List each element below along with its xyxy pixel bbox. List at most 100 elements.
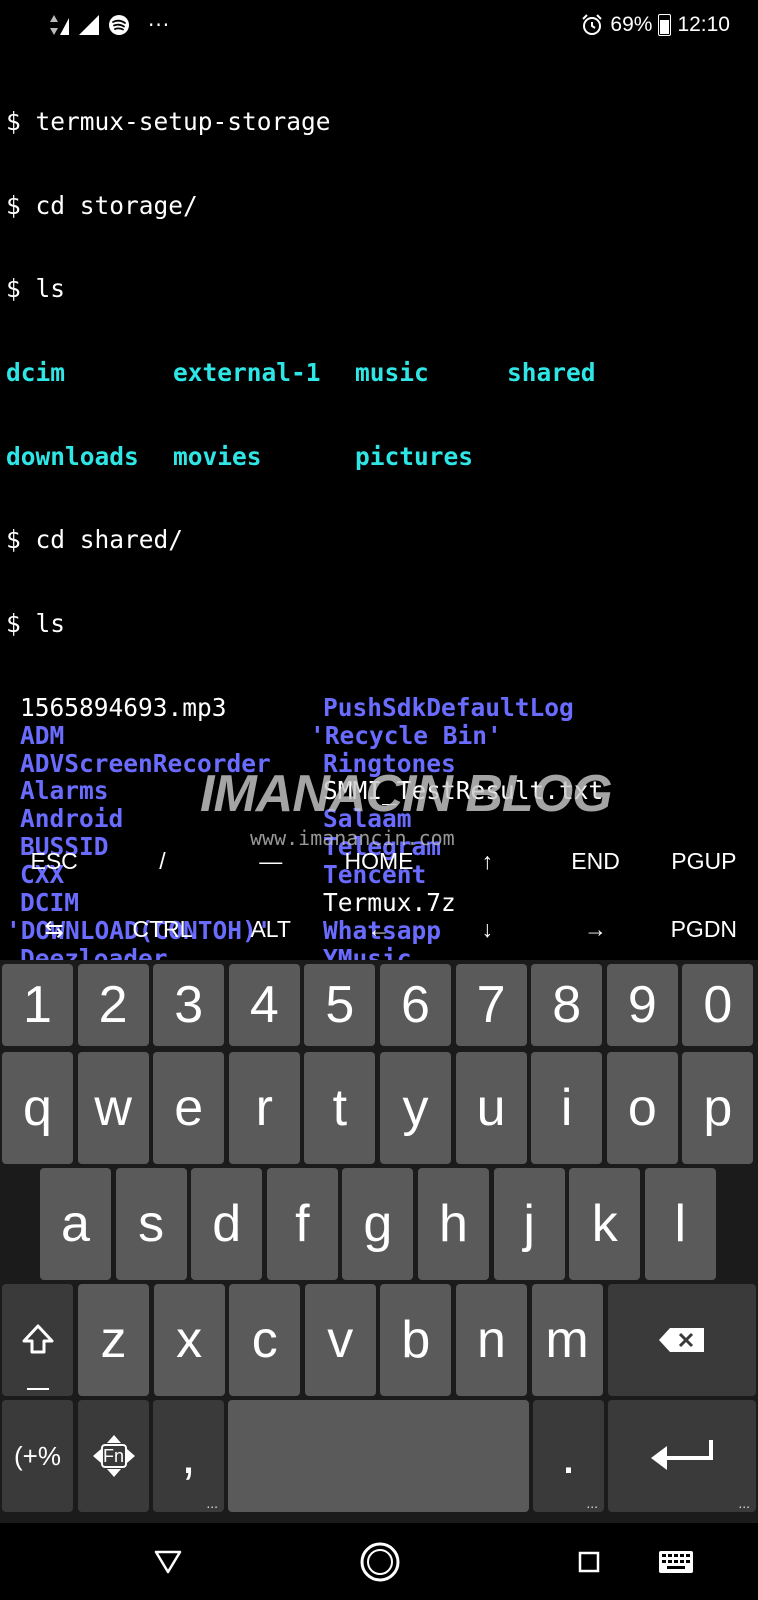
key-j[interactable]: j	[493, 1168, 565, 1280]
more-indicator: ···	[148, 13, 171, 37]
terminal-command: $ termux-setup-storage	[6, 106, 331, 136]
key-d[interactable]: d	[191, 1168, 263, 1280]
key-1[interactable]: 1	[2, 964, 73, 1046]
down-arrow-key[interactable]: ↓	[433, 896, 541, 962]
key-x[interactable]: x	[153, 1284, 225, 1396]
key-0[interactable]: 0	[682, 964, 754, 1046]
home-button[interactable]	[355, 1523, 405, 1600]
fn-key[interactable]: Fn	[78, 1400, 149, 1512]
recents-square-icon	[578, 1551, 600, 1572]
left-arrow-key[interactable]: ←	[325, 896, 433, 962]
key-a[interactable]: a	[40, 1168, 111, 1280]
terminal-command: $ ls	[6, 274, 66, 304]
terminal-command: $ cd storage/	[6, 190, 198, 220]
key-n[interactable]: n	[456, 1284, 527, 1396]
esc-key[interactable]: ESC	[0, 828, 108, 894]
listing-row: ADM 'Recycle Bin'	[0, 721, 758, 750]
key-c[interactable]: c	[229, 1284, 301, 1396]
key-7[interactable]: 7	[455, 964, 527, 1046]
recents-button[interactable]	[574, 1523, 604, 1600]
key-6[interactable]: 6	[380, 964, 451, 1046]
right-arrow-key[interactable]: →	[541, 896, 649, 962]
battery-icon	[658, 14, 672, 36]
data-arrows-icon	[50, 15, 69, 35]
terminal-command: $ cd shared/	[6, 525, 184, 555]
key-f[interactable]: f	[266, 1168, 338, 1280]
key-q[interactable]: q	[2, 1052, 73, 1164]
key-3[interactable]: 3	[153, 964, 225, 1046]
home-circle-icon	[360, 1542, 400, 1581]
dash-key[interactable]: —	[217, 828, 325, 894]
key-z[interactable]: z	[78, 1284, 149, 1396]
key-w[interactable]: w	[77, 1052, 149, 1164]
storage-dir: pictures	[355, 441, 474, 471]
storage-dir: downloads	[6, 441, 139, 471]
directory-entry: PushSdkDefaultLog	[323, 692, 574, 722]
comma-key[interactable]: ,...	[153, 1400, 224, 1512]
status-left: ···	[48, 10, 170, 40]
key-9[interactable]: 9	[606, 964, 678, 1046]
terminal-command: $ ls	[6, 609, 66, 639]
ctrl-key[interactable]: CTRL	[108, 896, 216, 962]
directory-entry: Alarms	[20, 776, 109, 806]
period-label: .	[561, 1427, 576, 1485]
key-v[interactable]: v	[304, 1284, 376, 1396]
symbols-label: (+%	[14, 1440, 61, 1471]
key-l[interactable]: l	[644, 1168, 716, 1280]
spotify-icon	[109, 15, 129, 35]
extra-keys-row-1: ESC / — HOME ↑ END PGUP	[0, 828, 758, 894]
keyboard-toggle-button[interactable]	[656, 1523, 696, 1600]
key-e[interactable]: e	[153, 1052, 225, 1164]
alt-key[interactable]: ALT	[217, 896, 325, 962]
key-m[interactable]: m	[531, 1284, 603, 1396]
storage-listing-row: dcim external-1 music shared	[0, 359, 758, 387]
key-2[interactable]: 2	[77, 964, 149, 1046]
key-p[interactable]: p	[682, 1052, 754, 1164]
back-button[interactable]	[148, 1523, 188, 1600]
pgup-key[interactable]: PGUP	[650, 828, 758, 894]
back-triangle-icon	[154, 1550, 182, 1573]
key-8[interactable]: 8	[531, 964, 603, 1046]
key-y[interactable]: y	[380, 1052, 451, 1164]
watermark-title: IMANACIN BLOG	[200, 765, 613, 823]
storage-dir: external-1	[173, 357, 321, 387]
storage-dir: music	[355, 357, 429, 387]
period-key[interactable]: ....	[533, 1400, 604, 1512]
end-key[interactable]: END	[541, 828, 649, 894]
home-key[interactable]: HOME	[325, 828, 433, 894]
symbols-key[interactable]: (+%	[2, 1400, 73, 1512]
shift-key[interactable]	[2, 1284, 73, 1396]
key-s[interactable]: s	[115, 1168, 187, 1280]
up-arrow-key[interactable]: ↑	[433, 828, 541, 894]
pgdn-key[interactable]: PGDN	[650, 896, 758, 962]
storage-listing-row: downloads movies pictures	[0, 441, 758, 471]
backspace-key[interactable]	[608, 1284, 756, 1396]
key-u[interactable]: u	[455, 1052, 527, 1164]
key-4[interactable]: 4	[228, 964, 300, 1046]
more-indicator: ...	[206, 1495, 218, 1511]
more-indicator: ...	[586, 1495, 598, 1511]
key-i[interactable]: i	[531, 1052, 603, 1164]
key-r[interactable]: r	[228, 1052, 300, 1164]
soft-keyboard: 1234567890 qwertyuiop asdfghjkl zxcvbnm …	[0, 960, 758, 1523]
navigation-bar	[0, 1523, 758, 1600]
key-g[interactable]: g	[342, 1168, 414, 1280]
tab-key[interactable]: ⇆	[0, 896, 108, 962]
fn-label: Fn	[102, 1445, 124, 1466]
space-key[interactable]	[228, 1400, 529, 1512]
backspace-icon	[659, 1328, 704, 1352]
clock: 12:10	[677, 13, 730, 36]
key-t[interactable]: t	[304, 1052, 376, 1164]
status-right: 69% 12:10	[580, 10, 730, 40]
key-b[interactable]: b	[380, 1284, 452, 1396]
extra-keys-row-2: ⇆ CTRL ALT ← ↓ → PGDN	[0, 896, 758, 962]
key-o[interactable]: o	[606, 1052, 678, 1164]
key-h[interactable]: h	[418, 1168, 489, 1280]
enter-key[interactable]: ...	[608, 1400, 756, 1512]
signal-icon	[79, 15, 99, 35]
key-5[interactable]: 5	[304, 964, 376, 1046]
enter-icon	[651, 1440, 713, 1470]
slash-key[interactable]: /	[108, 828, 216, 894]
alarm-icon	[582, 14, 603, 35]
key-k[interactable]: k	[569, 1168, 641, 1280]
